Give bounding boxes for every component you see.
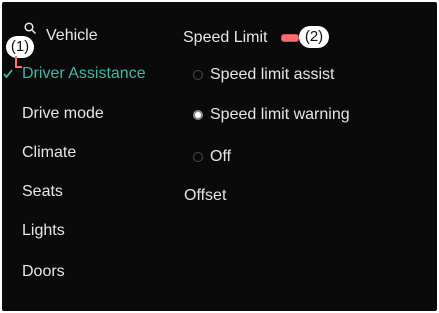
sidebar-item-lights[interactable]: Lights xyxy=(22,221,65,241)
sidebar-item-doors[interactable]: Doors xyxy=(22,262,65,282)
sidebar-item-climate[interactable]: Climate xyxy=(22,143,76,163)
callout-badge-2: (2) xyxy=(299,26,329,48)
sidebar-item-drive-mode[interactable]: Drive mode xyxy=(22,104,104,124)
speed-limit-warning-radio[interactable] xyxy=(193,110,203,120)
page-title: Speed Limit xyxy=(183,29,268,46)
check-icon xyxy=(3,69,13,78)
speed-limit-assist-radio[interactable] xyxy=(193,70,203,80)
callout-connector xyxy=(281,34,299,42)
option-speed-limit-assist[interactable]: Speed limit assist xyxy=(210,65,335,85)
option-off[interactable]: Off xyxy=(210,147,231,167)
callout-badge-1: (1) xyxy=(6,36,34,58)
offset-setting[interactable]: Offset xyxy=(184,186,226,206)
screen-frame: Vehicle Speed Limit (2) (1) Driver Assis… xyxy=(2,2,437,311)
sidebar-item-driver-assistance[interactable]: Driver Assistance xyxy=(22,64,146,84)
off-radio[interactable] xyxy=(193,152,203,162)
search-icon[interactable] xyxy=(24,22,36,34)
option-speed-limit-warning[interactable]: Speed limit warning xyxy=(210,105,350,125)
callout-connector xyxy=(15,66,22,68)
sidebar-item-seats[interactable]: Seats xyxy=(22,182,63,202)
vehicle-label[interactable]: Vehicle xyxy=(46,26,98,46)
